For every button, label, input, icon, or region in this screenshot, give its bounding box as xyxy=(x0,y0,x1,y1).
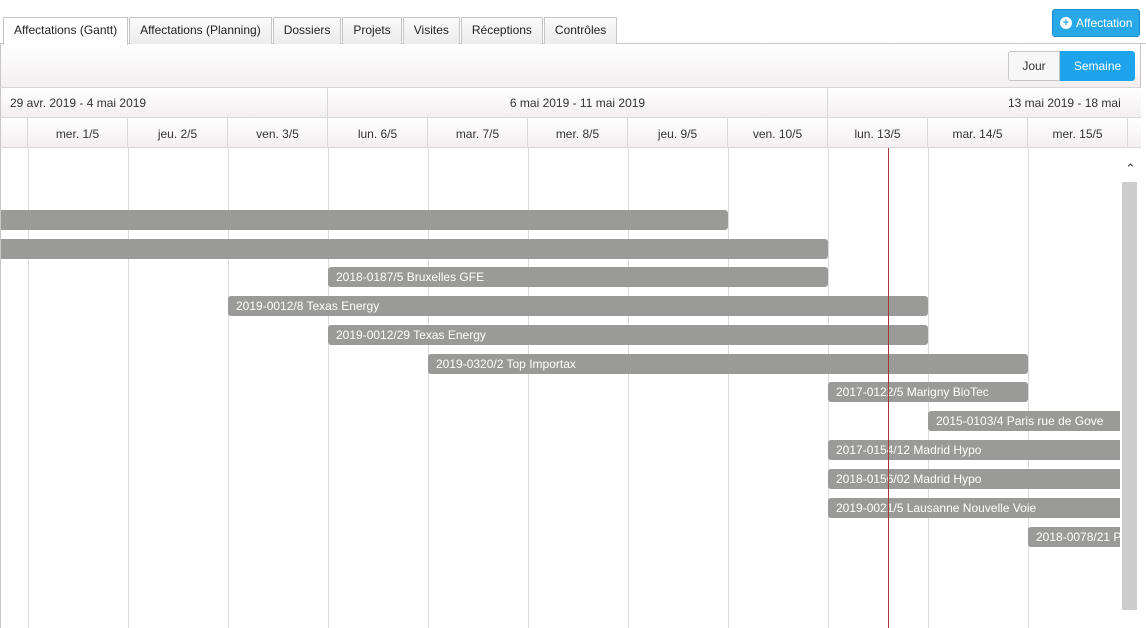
day-header-row: mer. 1/5 jeu. 2/5 ven. 3/5 lun. 6/5 mar.… xyxy=(0,118,1141,148)
tab-receptions[interactable]: Réceptions xyxy=(460,17,543,44)
tab-projets[interactable]: Projets xyxy=(342,17,402,44)
vertical-scrollbar[interactable]: ⌃ xyxy=(1120,148,1141,628)
tab-list: Affectations (Gantt) Affectations (Plann… xyxy=(3,17,618,45)
gantt-task-bar[interactable]: 2015-0103/4 Paris rue de Gove xyxy=(928,411,1120,431)
toolbar: Jour Semaine xyxy=(0,44,1141,88)
day-header-cell: ven. 10/5 xyxy=(728,118,828,148)
day-header-cell: mer. 15/5 xyxy=(1028,118,1128,148)
day-gridline xyxy=(1028,148,1029,628)
tab-controles[interactable]: Contrôles xyxy=(543,17,618,44)
day-header-cell: jeu. 9/5 xyxy=(628,118,728,148)
gantt-task-bar[interactable]: 2019-0320/2 Top Importax xyxy=(428,354,1028,374)
tab-visites[interactable]: Visites xyxy=(402,17,460,44)
gantt-task-bar[interactable]: 2017-0122/5 Marigny BioTec xyxy=(828,382,1028,402)
week-header-cell: 6 mai 2019 - 11 mai 2019 xyxy=(328,88,828,118)
tab-affectations-planning[interactable]: Affectations (Planning) xyxy=(129,17,272,44)
day-header-cell: ven. 3/5 xyxy=(228,118,328,148)
gantt-task-bar[interactable]: 2017-0154/12 Madrid Hypo xyxy=(828,440,1120,460)
gantt-task-bar[interactable]: 2018-0156/02 Madrid Hypo xyxy=(828,469,1120,489)
day-header-cell: mer. 1/5 xyxy=(28,118,128,148)
gantt-task-bar[interactable]: 2019-0012/8 Texas Energy xyxy=(228,296,928,316)
tab-bar: Affectations (Gantt) Affectations (Plann… xyxy=(0,0,1146,45)
tab-dossiers[interactable]: Dossiers xyxy=(272,17,342,44)
tab-affectations-gantt[interactable]: Affectations (Gantt) xyxy=(3,17,129,45)
day-header-cell: lun. 13/5 xyxy=(828,118,928,148)
gantt-task-bar[interactable] xyxy=(1,210,728,230)
gantt-task-bar[interactable]: 2018-0187/5 Bruxelles GFE xyxy=(328,267,828,287)
gantt-task-bar[interactable]: 2019-0012/29 Texas Energy xyxy=(328,325,928,345)
gantt-task-bar[interactable]: 2019-0021/5 Lausanne Nouvelle Voie xyxy=(828,498,1120,518)
day-view-button[interactable]: Jour xyxy=(1008,51,1060,81)
gantt-task-bar[interactable]: 2018-0078/21 P xyxy=(1028,527,1120,547)
day-header-cell: mar. 14/5 xyxy=(928,118,1028,148)
today-marker-line xyxy=(888,148,889,628)
gantt-app: Affectations (Gantt) Affectations (Plann… xyxy=(0,0,1146,628)
plus-circle-icon: + xyxy=(1060,17,1072,29)
week-view-button[interactable]: Semaine xyxy=(1060,51,1135,81)
day-header-cell xyxy=(0,118,28,148)
day-header-cell: lun. 6/5 xyxy=(328,118,428,148)
gantt-body: 2018-0187/5 Bruxelles GFE 2019-0012/8 Te… xyxy=(0,148,1120,628)
day-header-cell: jeu. 2/5 xyxy=(128,118,228,148)
add-affectation-button[interactable]: + Affectation xyxy=(1052,9,1140,37)
scrollbar-thumb[interactable] xyxy=(1122,182,1137,610)
day-header-cell: mar. 7/5 xyxy=(428,118,528,148)
add-affectation-label: Affectation xyxy=(1076,16,1133,30)
day-header-cell: mer. 8/5 xyxy=(528,118,628,148)
week-header-row: 29 avr. 2019 - 4 mai 2019 6 mai 2019 - 1… xyxy=(0,88,1141,118)
gantt-task-bar[interactable] xyxy=(1,239,828,259)
week-header-cell: 13 mai 2019 - 18 mai 2019 xyxy=(1008,96,1121,110)
chevron-up-icon[interactable]: ⌃ xyxy=(1120,158,1141,180)
day-gridline xyxy=(728,148,729,628)
week-header-cell: 29 avr. 2019 - 4 mai 2019 xyxy=(1,88,328,118)
